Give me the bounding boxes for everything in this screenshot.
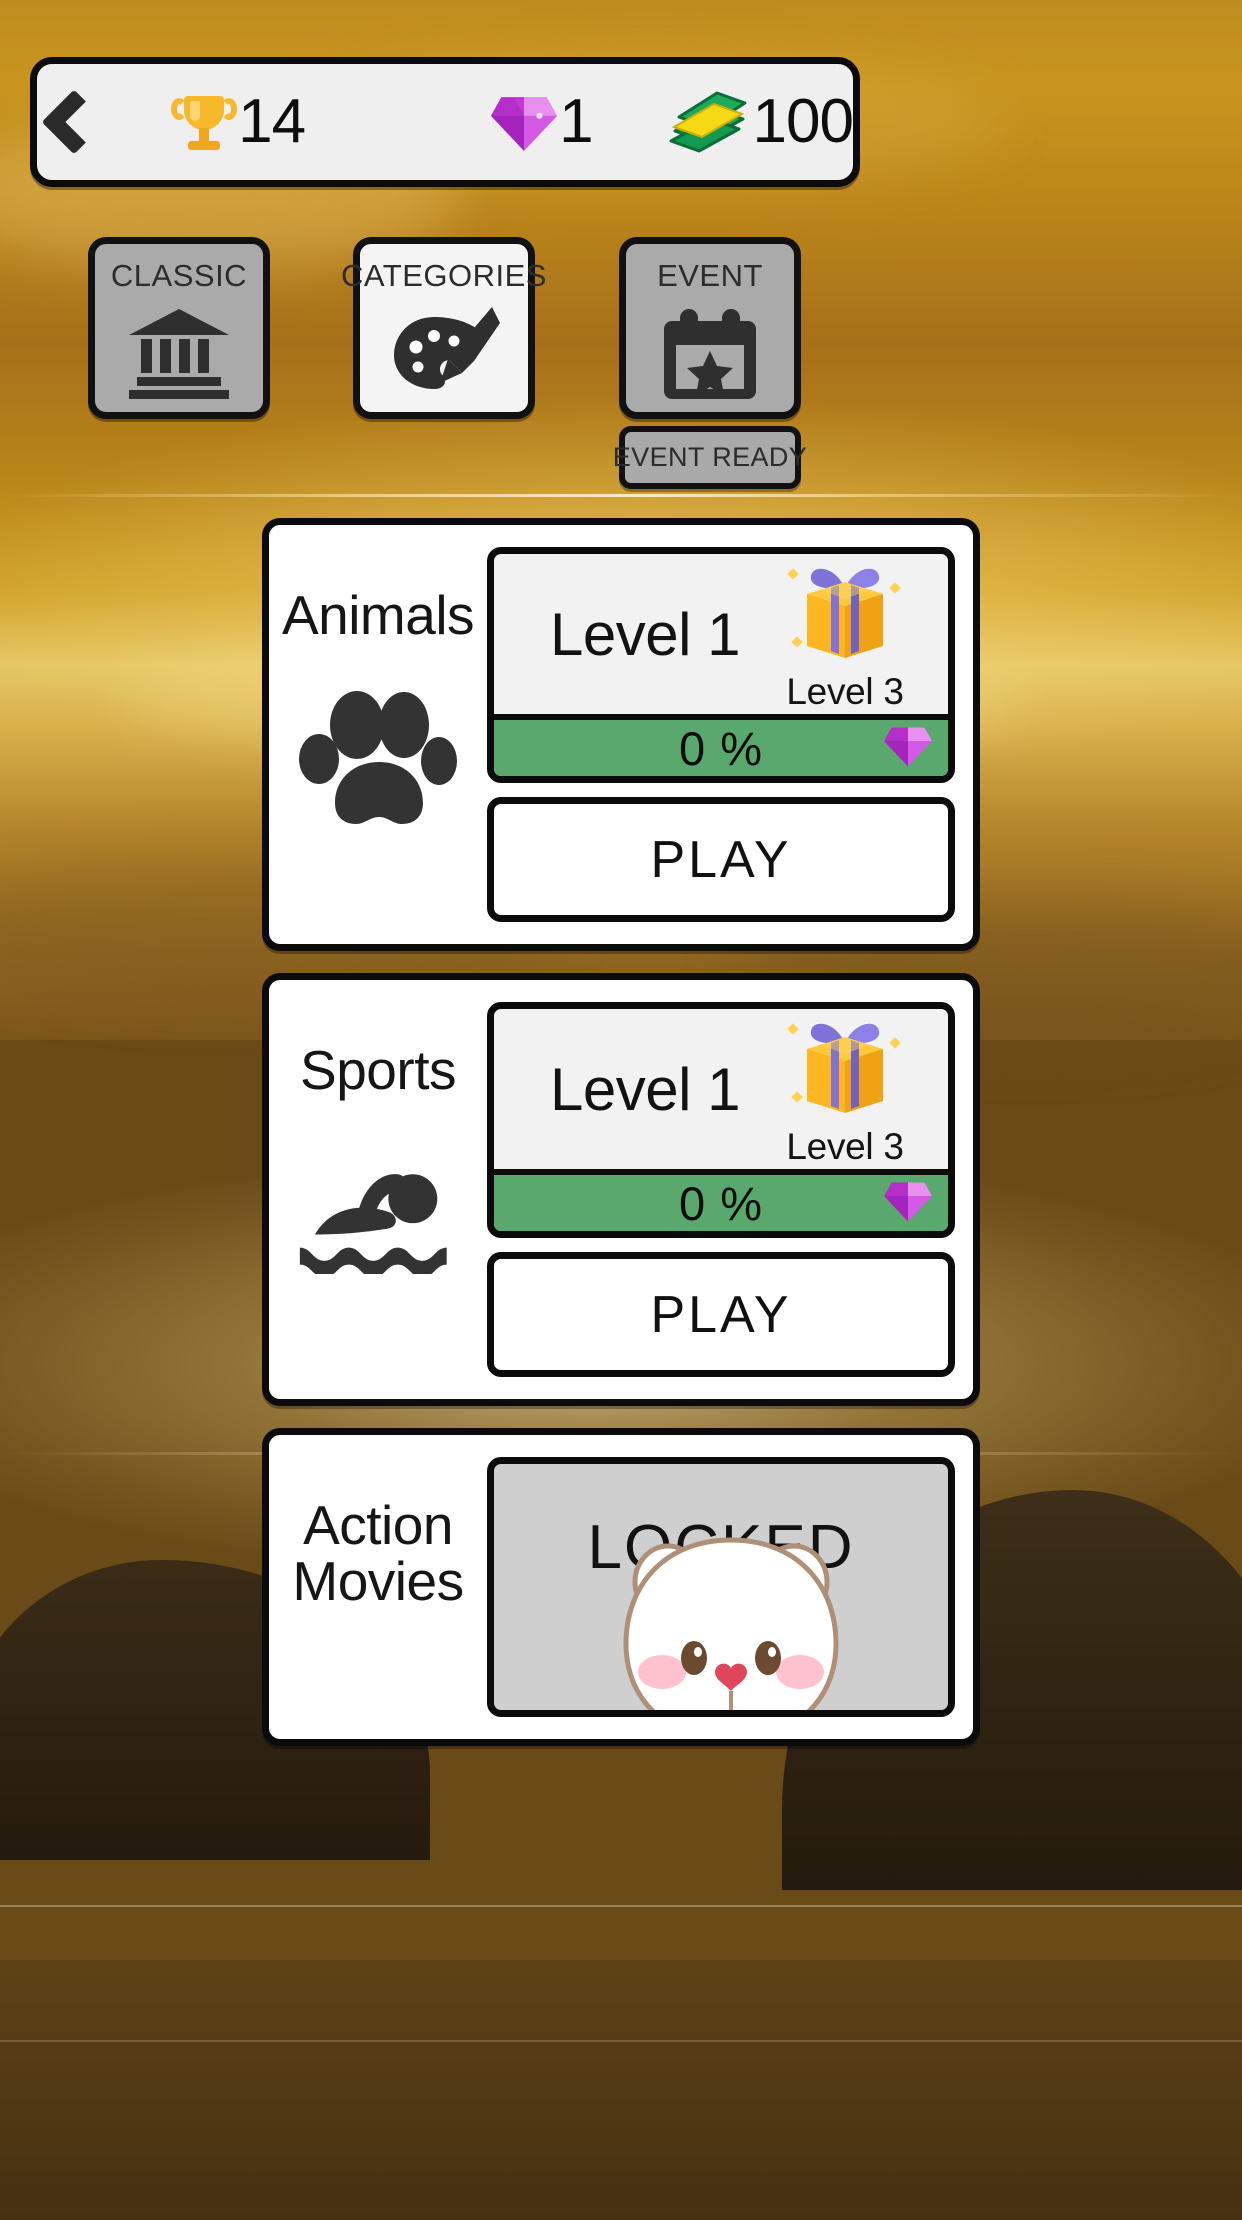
category-card-locked[interactable]: Action Movies LOCKED	[262, 1428, 980, 1746]
play-button-label: PLAY	[650, 1285, 792, 1344]
category-card-list: Animals Level 1 Level 3 0 % PLAY Sports …	[0, 518, 1242, 1768]
gem-icon	[884, 1177, 932, 1230]
locked-overlay: LOCKED	[487, 1457, 955, 1717]
mode-button-categories[interactable]: CATEGORIES	[341, 237, 546, 419]
current-level-label: Level 1	[550, 1055, 740, 1123]
card-title: Animals	[281, 584, 475, 646]
current-level-label: Level 1	[550, 600, 740, 668]
mode-label-classic: CLASSIC	[110, 258, 248, 293]
mode-label-categories: CATEGORIES	[341, 258, 547, 293]
gem-count: 1	[559, 87, 593, 156]
trophy-stat[interactable]: 14	[171, 64, 306, 180]
mode-button-classic[interactable]: CLASSIC	[88, 237, 270, 419]
chevron-left-icon	[41, 89, 107, 155]
back-button[interactable]	[37, 64, 110, 180]
bear-mascot-icon	[606, 1522, 856, 1710]
card-identity: Animals	[269, 525, 487, 944]
gift-reward[interactable]: Level 3	[760, 1017, 930, 1168]
card-identity: Action Movies	[269, 1435, 487, 1739]
gift-level-label: Level 3	[786, 671, 904, 712]
category-card[interactable]: Sports Level 1 Level 3 0 % PLAY	[262, 973, 980, 1406]
mode-selector: CLASSIC CATEGORIES EVENT EVENT READY	[0, 237, 1242, 489]
progress-bar: 0 %	[494, 714, 948, 776]
card-title: Action Movies	[292, 1494, 464, 1613]
cash-icon	[665, 87, 751, 157]
card-actions: LOCKED	[487, 1435, 973, 1739]
category-card[interactable]: Animals Level 1 Level 3 0 % PLAY	[262, 518, 980, 951]
play-button-label: PLAY	[650, 830, 792, 889]
cash-count: 100	[752, 87, 854, 156]
card-identity: Sports	[269, 980, 487, 1399]
progress-label: 0 %	[679, 721, 763, 775]
gift-level-label: Level 3	[786, 1126, 904, 1167]
progress-bar: 0 %	[494, 1169, 948, 1231]
play-button[interactable]: PLAY	[487, 1252, 955, 1377]
progress-label: 0 %	[679, 1176, 763, 1230]
card-actions: Level 1 Level 3 0 % PLAY	[487, 525, 973, 944]
event-ready-badge: EVENT READY	[613, 426, 807, 489]
mode-button-event[interactable]: EVENT	[619, 237, 801, 419]
paw-print-icon	[298, 687, 458, 824]
gem-stat[interactable]: 1	[491, 64, 594, 180]
level-progress-box: Level 1 Level 3 0 %	[487, 547, 955, 783]
calendar-star-icon	[626, 294, 794, 412]
palette-brush-icon	[360, 294, 528, 412]
top-status-bar: 14 1 100	[30, 57, 860, 187]
swimmer-icon	[298, 1142, 458, 1277]
card-actions: Level 1 Level 3 0 % PLAY	[487, 980, 973, 1399]
level-header: Level 1 Level 3	[494, 1009, 948, 1169]
gem-icon	[884, 722, 932, 775]
mode-label-event: EVENT	[657, 258, 763, 293]
gem-icon	[491, 89, 558, 155]
bank-columns-icon	[95, 294, 263, 412]
event-ready-label: EVENT READY	[612, 442, 808, 472]
gift-box-icon	[785, 562, 905, 673]
gift-reward[interactable]: Level 3	[760, 562, 930, 713]
trophy-icon	[171, 90, 238, 154]
cash-stat[interactable]: 100	[665, 64, 854, 180]
level-progress-box: Level 1 Level 3 0 %	[487, 1002, 955, 1238]
play-button[interactable]: PLAY	[487, 797, 955, 922]
trophy-count: 14	[238, 87, 306, 156]
level-header: Level 1 Level 3	[494, 554, 948, 714]
gift-box-icon	[785, 1017, 905, 1128]
card-title: Sports	[300, 1039, 456, 1101]
